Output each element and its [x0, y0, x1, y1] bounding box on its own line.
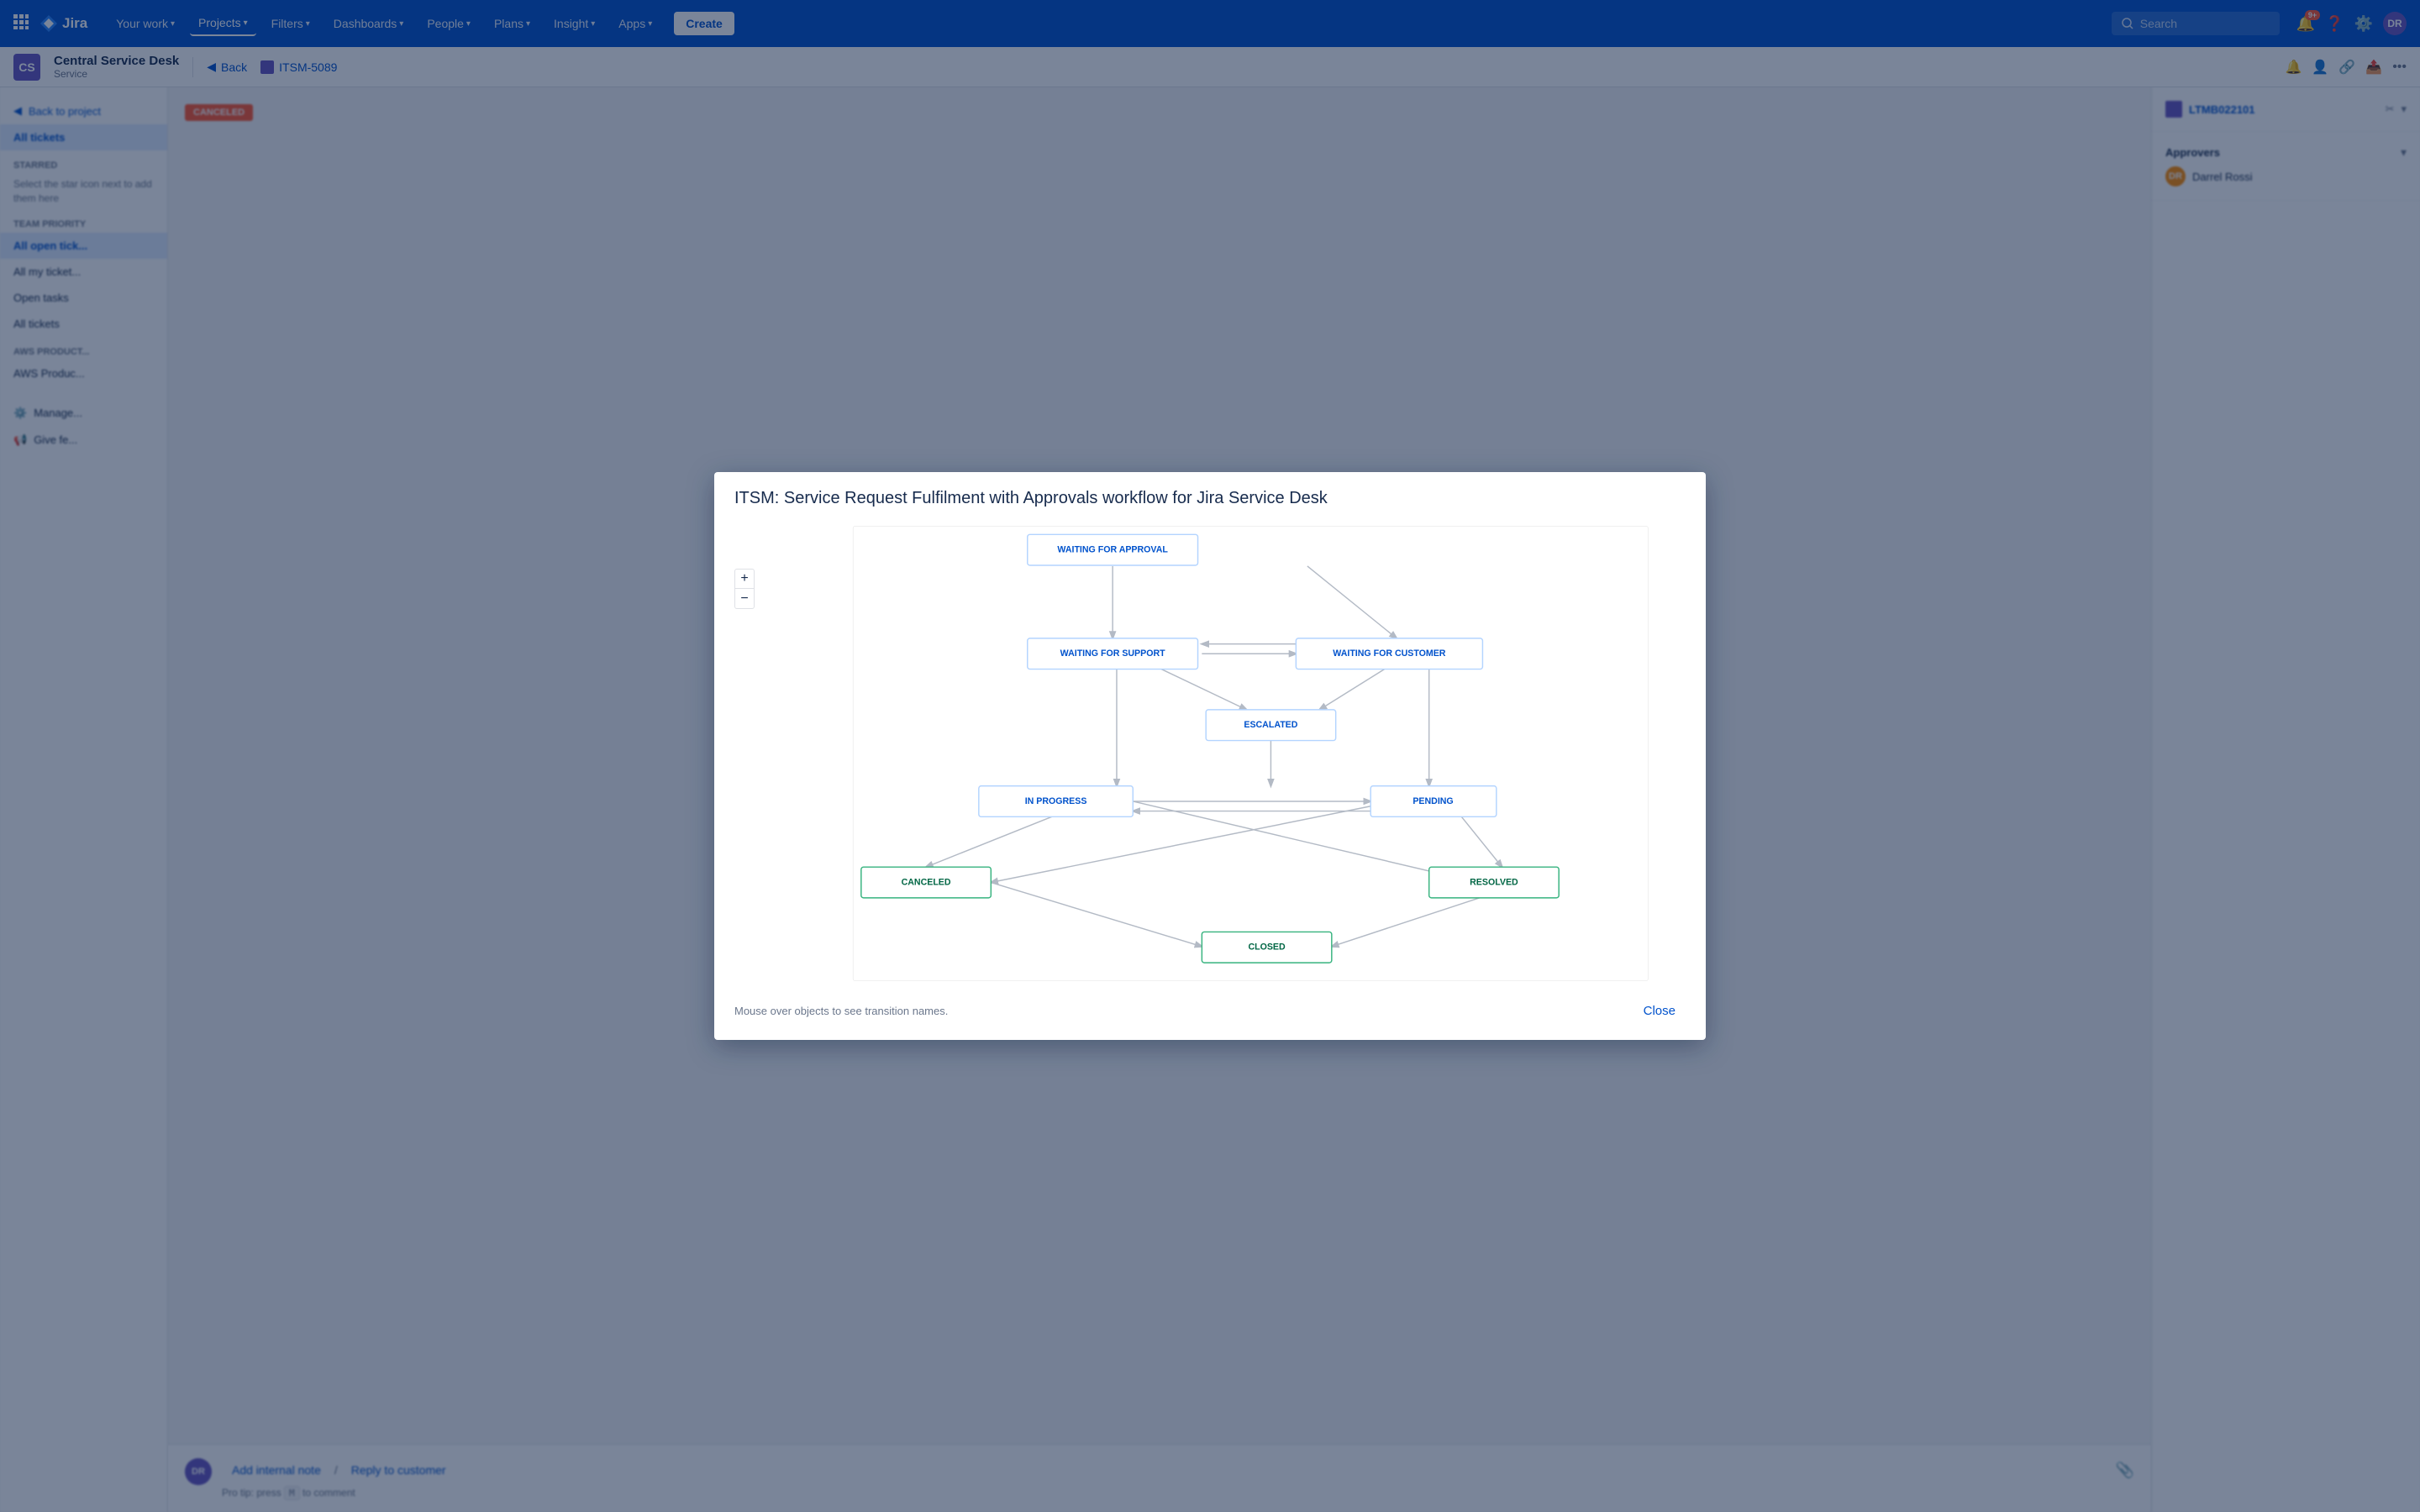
modal-close-button[interactable]: Close	[1634, 999, 1686, 1023]
node-waiting-approval[interactable]: WAITING FOR APPROVAL	[1028, 534, 1198, 565]
node-waiting-support[interactable]: WAITING FOR SUPPORT	[1028, 638, 1198, 669]
node-in-progress[interactable]: IN PROGRESS	[979, 786, 1133, 817]
svg-text:WAITING FOR CUSTOMER: WAITING FOR CUSTOMER	[1333, 648, 1446, 659]
svg-text:PENDING: PENDING	[1413, 796, 1453, 806]
svg-text:RESOLVED: RESOLVED	[1470, 877, 1518, 887]
svg-text:CANCELED: CANCELED	[902, 877, 951, 887]
node-escalated[interactable]: ESCALATED	[1206, 710, 1335, 741]
svg-text:WAITING FOR APPROVAL: WAITING FOR APPROVAL	[1057, 544, 1168, 554]
modal-title: ITSM: Service Request Fulfilment with Ap…	[734, 489, 1686, 508]
svg-text:ESCALATED: ESCALATED	[1244, 720, 1297, 730]
svg-text:IN PROGRESS: IN PROGRESS	[1025, 796, 1087, 806]
node-resolved[interactable]: RESOLVED	[1429, 867, 1559, 898]
modal-hint: Mouse over objects to see transition nam…	[734, 1005, 948, 1017]
modal-header: ITSM: Service Request Fulfilment with Ap…	[714, 472, 1706, 518]
svg-text:CLOSED: CLOSED	[1248, 942, 1286, 953]
node-pending[interactable]: PENDING	[1370, 786, 1497, 817]
node-canceled[interactable]: CANCELED	[861, 867, 991, 898]
workflow-diagram: WAITING FOR APPROVAL WAITING FOR SUPPORT…	[734, 518, 1686, 989]
workflow-modal: ITSM: Service Request Fulfilment with Ap…	[714, 472, 1706, 1040]
node-closed[interactable]: CLOSED	[1202, 932, 1331, 963]
workflow-svg: WAITING FOR APPROVAL WAITING FOR SUPPORT…	[734, 518, 1686, 989]
modal-body: + −	[714, 518, 1706, 989]
node-waiting-customer[interactable]: WAITING FOR CUSTOMER	[1296, 638, 1482, 669]
svg-text:WAITING FOR SUPPORT: WAITING FOR SUPPORT	[1060, 648, 1165, 659]
modal-footer: Mouse over objects to see transition nam…	[714, 989, 1706, 1040]
